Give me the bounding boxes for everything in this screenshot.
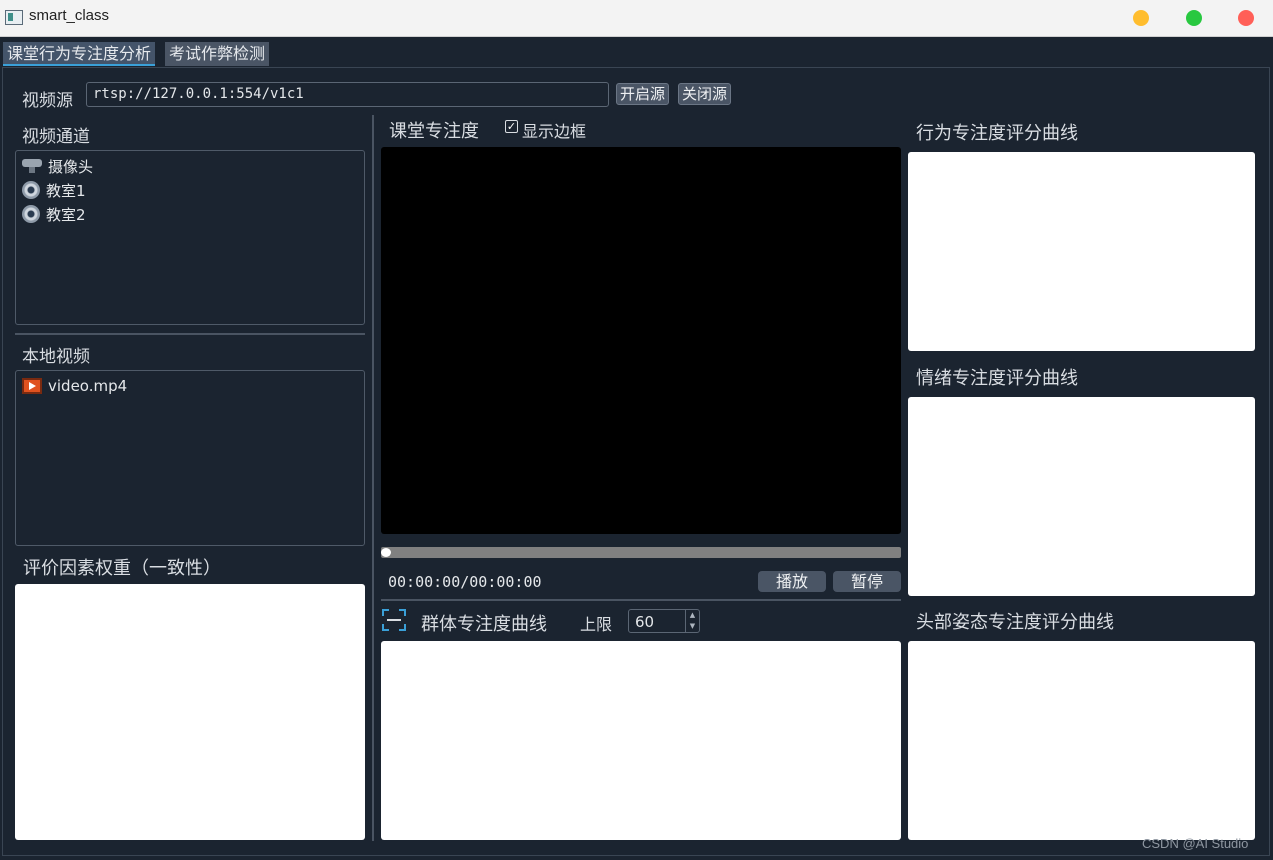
player-title: 课堂专注度 xyxy=(389,121,479,142)
minimize-button[interactable] xyxy=(1133,10,1149,26)
spin-down-icon[interactable]: ▼ xyxy=(685,621,699,632)
source-url-input[interactable]: rtsp://127.0.0.1:554/v1c1 xyxy=(86,82,609,107)
emotion-curve-title: 情绪专注度评分曲线 xyxy=(916,368,1078,389)
local-videos-title: 本地视频 xyxy=(22,347,90,367)
source-label: 视频源 xyxy=(22,91,73,111)
camera-icon xyxy=(22,205,40,223)
show-box-label: 显示边框 xyxy=(522,122,587,141)
group-curve-chart xyxy=(381,641,901,840)
limit-spinbox[interactable]: 60 ▲ ▼ xyxy=(628,609,700,633)
weights-title: 评价因素权重（一致性） xyxy=(23,558,221,579)
camera-icon xyxy=(22,181,40,199)
list-item[interactable]: 教室1 xyxy=(22,179,86,201)
weights-chart-panel xyxy=(15,584,365,840)
video-display xyxy=(381,147,901,534)
play-button[interactable]: 播放 xyxy=(758,571,826,592)
behavior-curve-title: 行为专注度评分曲线 xyxy=(916,123,1078,144)
spin-up-icon[interactable]: ▲ xyxy=(685,610,699,621)
emotion-curve-chart xyxy=(908,397,1255,596)
list-item-label: 摄像头 xyxy=(48,157,94,176)
head-pose-curve-title: 头部姿态专注度评分曲线 xyxy=(916,612,1114,633)
head-pose-curve-chart xyxy=(908,641,1255,840)
list-item-label: video.mp4 xyxy=(48,377,128,395)
close-source-button[interactable]: 关闭源 xyxy=(678,83,732,105)
list-item-label: 教室1 xyxy=(46,181,86,200)
list-item[interactable]: 摄像头 xyxy=(22,155,93,177)
channel-list: 摄像头 教室1 教室2 xyxy=(15,150,365,325)
tab-behavior-analysis[interactable]: 课堂行为专注度分析 xyxy=(3,42,156,66)
progress-slider[interactable] xyxy=(381,547,901,558)
watermark: CSDN @AI Studio xyxy=(1142,836,1249,851)
group-curve-title: 群体专注度曲线 xyxy=(421,614,547,635)
column-divider xyxy=(372,115,374,841)
show-box-checkbox[interactable]: ✓ xyxy=(505,120,518,133)
maximize-button[interactable] xyxy=(1186,10,1202,26)
list-item-label: 教室2 xyxy=(46,205,86,224)
app-icon xyxy=(5,10,23,25)
window-title: smart_class xyxy=(29,7,110,24)
open-source-button[interactable]: 开启源 xyxy=(616,83,670,105)
local-video-list: video.mp4 xyxy=(15,370,365,546)
divider xyxy=(381,599,901,601)
webcam-icon xyxy=(22,159,42,173)
pause-button[interactable]: 暂停 xyxy=(833,571,901,592)
scan-icon[interactable] xyxy=(382,609,406,631)
list-item[interactable]: 教室2 xyxy=(22,203,86,225)
video-file-icon xyxy=(22,378,42,394)
tab-exam-cheating[interactable]: 考试作弊检测 xyxy=(165,42,270,66)
limit-value: 60 xyxy=(635,613,655,631)
title-bar: smart_class xyxy=(0,0,1273,37)
close-button[interactable] xyxy=(1238,10,1254,26)
channels-title: 视频通道 xyxy=(22,127,90,147)
behavior-curve-chart xyxy=(908,152,1255,351)
list-item[interactable]: video.mp4 xyxy=(22,375,127,397)
time-readout: 00:00:00/00:00:00 xyxy=(388,573,542,591)
limit-label: 上限 xyxy=(580,615,613,634)
divider xyxy=(15,333,365,335)
progress-slider-handle[interactable] xyxy=(381,548,391,557)
